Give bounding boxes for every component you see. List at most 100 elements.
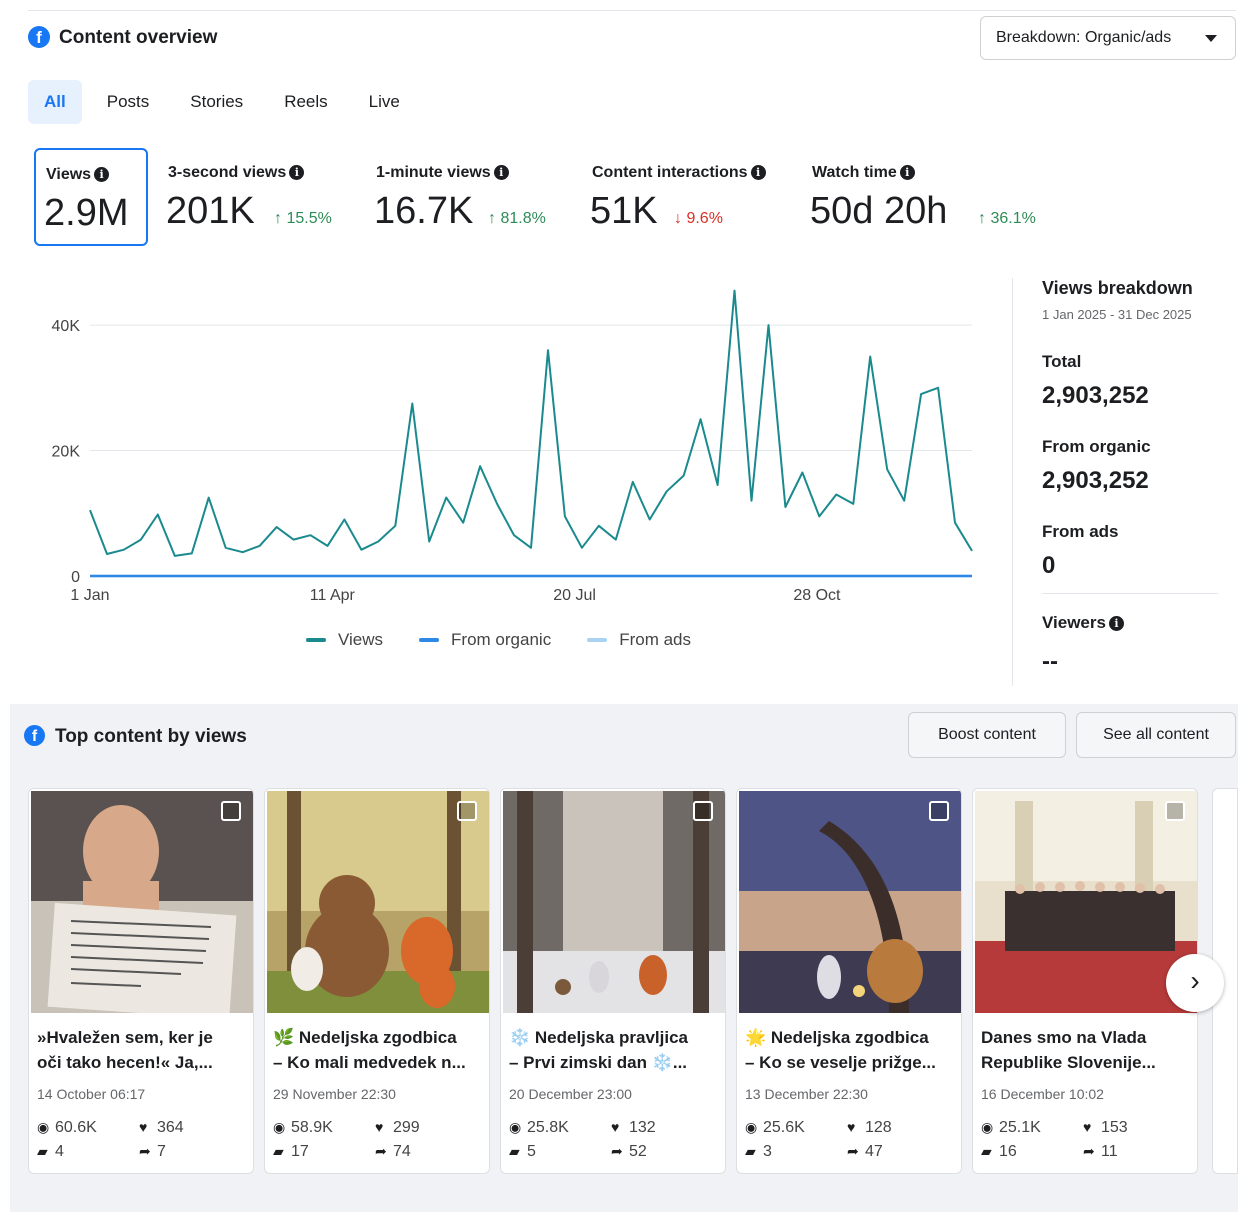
x-tick-label: 28 Oct — [793, 587, 841, 604]
likes-stat: ♥ 132 — [611, 1119, 656, 1137]
info-icon[interactable]: i — [750, 165, 766, 180]
metric-label: Views i — [46, 166, 110, 184]
metric-views[interactable]: Views i 2.9M — [34, 148, 148, 246]
heart-icon: ♥ — [611, 1119, 620, 1135]
info-icon[interactable]: i — [1108, 616, 1124, 631]
info-icon[interactable]: i — [899, 165, 915, 180]
boost-content-button[interactable]: Boost content — [908, 712, 1066, 758]
shares-count: 52 — [629, 1143, 647, 1160]
likes-count: 128 — [865, 1119, 892, 1136]
likes-count: 364 — [157, 1119, 184, 1136]
views-stat: ◉ 58.9K — [273, 1119, 333, 1137]
likes-stat: ♥ 153 — [1083, 1119, 1128, 1137]
metric-delta: ↑ 36.1% — [978, 210, 1036, 227]
content-card[interactable]: Danes smo na Vlada Republike Slovenije..… — [972, 788, 1198, 1174]
metric-value: 50d 20h — [810, 190, 948, 232]
content-date: 20 December 23:00 — [509, 1086, 632, 1102]
shares-stat: ➦ 74 — [375, 1143, 411, 1161]
facebook-icon: f — [28, 26, 50, 48]
info-icon[interactable]: i — [289, 165, 305, 180]
views-count: 60.6K — [55, 1119, 97, 1136]
comments-stat: ▰ 17 — [273, 1143, 309, 1161]
metric-label-text: 3-second views — [168, 164, 287, 181]
tab-stories[interactable]: Stories — [174, 80, 259, 124]
metric-label-text: Views — [46, 166, 92, 183]
caret-down-icon — [1205, 35, 1217, 42]
next-arrow-button[interactable]: › — [1166, 954, 1224, 1012]
comment-icon: ▰ — [37, 1143, 48, 1159]
info-icon[interactable]: i — [493, 165, 509, 180]
content-card[interactable]: 🌿 Nedeljska zgodbica – Ko mali medvedek … — [264, 788, 490, 1174]
legend-swatch — [587, 638, 608, 642]
album-type-icon — [1165, 801, 1185, 821]
total-value: 2,903,252 — [1042, 382, 1149, 409]
metric-value: 2.9M — [44, 192, 129, 234]
content-date: 29 November 22:30 — [273, 1086, 396, 1102]
heart-icon: ♥ — [847, 1119, 856, 1135]
content-title-line: – Ko se veselje prižge... — [745, 1053, 936, 1072]
photo-type-icon — [693, 801, 713, 821]
see-all-content-button[interactable]: See all content — [1076, 712, 1236, 758]
content-card[interactable]: »Hvaležen sem, ker je oči tako hecen!« J… — [28, 788, 254, 1174]
post-image — [739, 791, 961, 1013]
comments-count: 16 — [999, 1143, 1017, 1160]
metric-value: 16.7K — [374, 190, 474, 232]
legend-item-from-organic[interactable]: From organic — [419, 630, 551, 650]
eye-icon: ◉ — [509, 1119, 522, 1135]
shares-stat: ➦ 47 — [847, 1143, 883, 1161]
legend-swatch — [306, 638, 326, 642]
shares-stat: ➦ 52 — [611, 1143, 647, 1161]
comments-stat: ▰ 16 — [981, 1143, 1017, 1161]
heart-icon: ♥ — [375, 1119, 384, 1135]
likes-count: 132 — [629, 1119, 656, 1136]
metric-watch-time[interactable]: Watch time i 50d 20h ↑ 36.1% — [802, 148, 1062, 246]
comments-count: 17 — [291, 1143, 309, 1160]
y-tick-label: 20K — [52, 444, 81, 461]
legend-item-views[interactable]: Views — [306, 630, 383, 650]
content-title-line: 🌟 Nedeljska zgodbica — [745, 1028, 929, 1047]
content-card[interactable]: 🌟 Nedeljska zgodbica – Ko se veselje pri… — [736, 788, 962, 1174]
tab-all[interactable]: All — [28, 80, 82, 124]
likes-stat: ♥ 128 — [847, 1119, 892, 1137]
viewers-label: Viewers i — [1042, 613, 1124, 633]
content-card[interactable]: ❄️ Nedeljska pravljica – Prvi zimski dan… — [500, 788, 726, 1174]
eye-icon: ◉ — [981, 1119, 994, 1135]
metric-label: 1-minute views i — [376, 164, 509, 182]
page-title: Content overview — [59, 27, 218, 48]
legend-label: From ads — [619, 630, 691, 649]
eye-icon: ◉ — [745, 1119, 758, 1135]
photo-type-icon — [929, 801, 949, 821]
breakdown-divider — [1042, 593, 1218, 594]
info-icon[interactable]: i — [94, 167, 110, 182]
metric-content-interactions[interactable]: Content interactions i 51K ↓ 9.6% — [582, 148, 792, 246]
content-date: 16 December 10:02 — [981, 1086, 1104, 1102]
comments-stat: ▰ 5 — [509, 1143, 536, 1161]
tab-posts[interactable]: Posts — [91, 80, 166, 124]
shares-count: 11 — [1101, 1143, 1118, 1160]
legend-label: From organic — [451, 630, 552, 649]
organic-value: 2,903,252 — [1042, 467, 1149, 494]
views-chart: 0 20K 40K 1 Jan 11 Apr 20 Jul 28 Oct Views Fro… — [28, 270, 988, 680]
facebook-icon: f — [24, 725, 45, 746]
photo-type-icon — [221, 801, 241, 821]
content-title: 🌟 Nedeljska zgodbica – Ko se veselje pri… — [745, 1025, 955, 1075]
likes-count: 299 — [393, 1119, 420, 1136]
views-count: 25.6K — [763, 1119, 805, 1136]
legend-item-from-ads[interactable]: From ads — [587, 630, 691, 650]
breakdown-dropdown[interactable]: Breakdown: Organic/ads — [980, 16, 1236, 60]
shares-stat: ➦ 11 — [1083, 1143, 1118, 1161]
metric-label-text: 1-minute views — [376, 164, 491, 181]
top-content-section: f Top content by views Boost content See… — [10, 704, 1238, 1212]
share-icon: ➦ — [1083, 1143, 1095, 1159]
tab-reels[interactable]: Reels — [268, 80, 343, 124]
post-image — [975, 791, 1197, 1013]
tab-live[interactable]: Live — [353, 80, 416, 124]
metric-3-second-views[interactable]: 3-second views i 201K ↑ 15.5% — [158, 148, 358, 246]
metric-1-minute-views[interactable]: 1-minute views i 16.7K ↑ 81.8% — [366, 148, 566, 246]
x-tick-label: 11 Apr — [310, 587, 356, 604]
content-title: »Hvaležen sem, ker je oči tako hecen!« J… — [37, 1025, 247, 1075]
content-title-line: – Ko mali medvedek n... — [273, 1053, 466, 1072]
content-title: 🌿 Nedeljska zgodbica – Ko mali medvedek … — [273, 1025, 483, 1075]
eye-icon: ◉ — [273, 1119, 286, 1135]
metric-delta: ↑ 81.8% — [488, 210, 546, 227]
